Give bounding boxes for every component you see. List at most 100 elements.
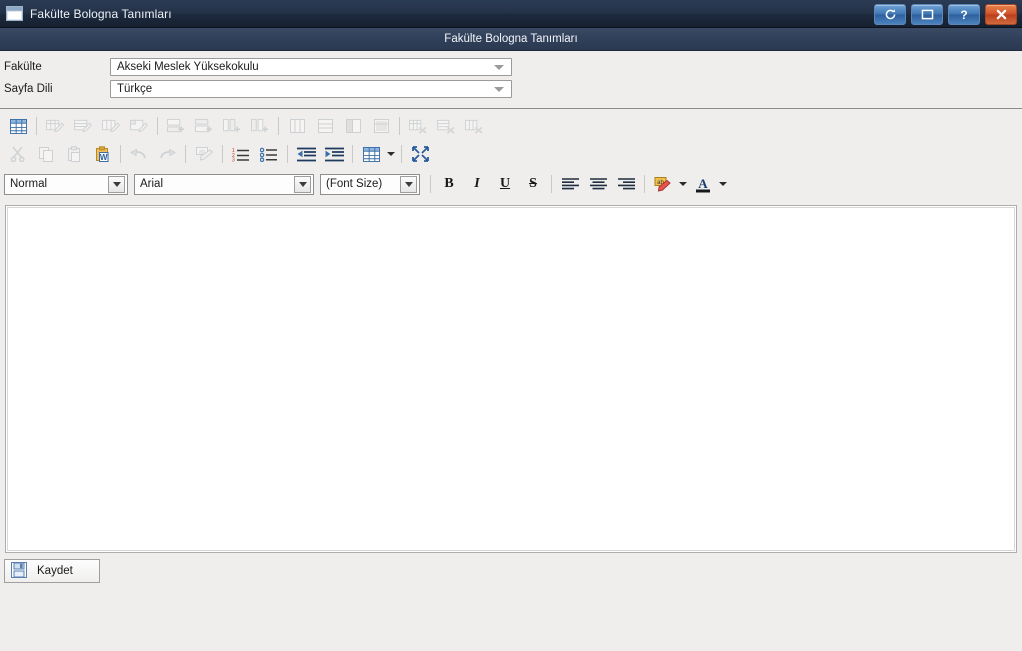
redo-arrow-icon (160, 148, 176, 158)
outdent-icon (296, 147, 316, 161)
toolbar-edit-row: W ab 1 2 3 (4, 140, 1022, 168)
align-left-icon (561, 177, 579, 189)
table-dropdown-button[interactable] (385, 142, 397, 166)
strikethrough-button[interactable]: S (519, 171, 547, 197)
table-row-edit-icon (73, 119, 92, 133)
toolbar-separator (222, 145, 223, 163)
save-button[interactable]: Kaydet (4, 559, 100, 583)
copy-button[interactable] (32, 141, 60, 167)
page-language-label: Sayfa Dili (4, 83, 53, 95)
paragraph-format-select[interactable]: Normal (4, 173, 128, 195)
split-cell-vertical-button[interactable] (283, 113, 311, 139)
help-icon: ? (960, 7, 968, 22)
find-replace-icon: ab (195, 147, 213, 161)
bold-glyph: B (444, 176, 454, 191)
window-title: Fakülte Bologna Tanımları (30, 6, 172, 21)
numbered-list-icon: 1 2 3 (232, 148, 249, 162)
delete-column-button[interactable] (460, 113, 488, 139)
merge-cells-button[interactable] (367, 113, 395, 139)
insert-table-button[interactable] (4, 113, 32, 139)
insert-row-below-button[interactable] (190, 113, 218, 139)
table-button[interactable] (357, 141, 385, 167)
restore-button[interactable] (911, 4, 943, 25)
faculty-row: Fakülte Akseki Meslek Yüksekokulu (0, 57, 1022, 77)
delete-row-button[interactable] (432, 113, 460, 139)
paste-button[interactable] (60, 141, 88, 167)
insert-column-left-button[interactable] (218, 113, 246, 139)
toolbar-format-row: Normal Arial (Font Size) B I U S ab A (4, 168, 1022, 199)
save-button-label: Kaydet (37, 565, 73, 577)
paste-from-word-button[interactable]: W (88, 141, 116, 167)
close-button[interactable] (985, 4, 1017, 25)
underline-button[interactable]: U (491, 171, 519, 197)
merge-cells-left-button[interactable] (339, 113, 367, 139)
column-properties-button[interactable] (97, 113, 125, 139)
table-edit-icon (45, 119, 64, 133)
cell-merge-icon (373, 119, 389, 133)
editor-frame (5, 205, 1017, 553)
page-language-select[interactable]: Türkçe (110, 80, 512, 98)
paste-icon (67, 146, 80, 162)
refresh-icon (884, 8, 897, 21)
highlight-dropdown-button[interactable] (677, 172, 689, 196)
chevron-down-icon (294, 175, 311, 193)
toolbar-separator (185, 145, 186, 163)
scissors-icon (10, 146, 25, 162)
fullscreen-button[interactable] (406, 141, 434, 167)
toolbar-separator (120, 145, 121, 163)
bulleted-list-button[interactable] (255, 141, 283, 167)
insert-column-right-button[interactable] (246, 113, 274, 139)
toolbar-separator (352, 145, 353, 163)
window-controls: ? (874, 4, 1017, 25)
row-insert-below-icon (195, 118, 212, 133)
underline-glyph: U (499, 176, 511, 191)
row-properties-button[interactable] (69, 113, 97, 139)
insert-row-above-button[interactable] (162, 113, 190, 139)
window-form-icon (6, 6, 23, 21)
help-button[interactable]: ? (948, 4, 980, 25)
cell-merge-left-icon (345, 119, 361, 133)
font-size-select[interactable]: (Font Size) (320, 173, 420, 195)
rich-text-editor[interactable] (7, 207, 1015, 551)
align-center-button[interactable] (584, 171, 612, 197)
refresh-button[interactable] (874, 4, 906, 25)
toolbar-separator (36, 117, 37, 135)
decrease-indent-button[interactable] (292, 141, 320, 167)
chevron-down-icon (494, 65, 504, 70)
redo-button[interactable] (153, 141, 181, 167)
font-color-button[interactable]: A (689, 171, 717, 197)
bold-button[interactable]: B (435, 171, 463, 197)
find-replace-button[interactable]: ab (190, 141, 218, 167)
numbered-list-button[interactable]: 1 2 3 (227, 141, 255, 167)
svg-text:3: 3 (232, 157, 235, 161)
align-right-button[interactable] (612, 171, 640, 197)
delete-table-button[interactable] (404, 113, 432, 139)
chevron-down-icon (679, 182, 687, 186)
svg-text:A: A (698, 176, 708, 191)
faculty-select[interactable]: Akseki Meslek Yüksekokulu (110, 58, 512, 76)
font-color-dropdown-button[interactable] (717, 172, 729, 196)
increase-indent-button[interactable] (320, 141, 348, 167)
toolbar-separator (287, 145, 288, 163)
toolbar-table-row (4, 112, 1022, 140)
row-insert-above-icon (167, 118, 184, 133)
highlight-color-button[interactable]: ab (649, 171, 677, 197)
cut-button[interactable] (4, 141, 32, 167)
column-insert-right-icon (251, 118, 268, 133)
split-cell-horizontal-button[interactable] (311, 113, 339, 139)
table-grid-icon (362, 146, 380, 162)
editor-toolbars: W ab 1 2 3 Normal Arial (Font Size) B I … (0, 109, 1022, 201)
indent-icon (324, 147, 344, 161)
chevron-down-icon (387, 152, 395, 156)
table-properties-button[interactable] (41, 113, 69, 139)
cell-properties-button[interactable] (125, 113, 153, 139)
cell-split-vertical-icon (289, 119, 305, 133)
align-left-button[interactable] (556, 171, 584, 197)
table-delete-icon (408, 119, 427, 134)
italic-button[interactable]: I (463, 171, 491, 197)
font-family-select[interactable]: Arial (134, 173, 314, 195)
font-family-value: Arial (140, 178, 164, 190)
font-size-value: (Font Size) (326, 178, 383, 190)
copy-icon (38, 147, 53, 162)
undo-button[interactable] (125, 141, 153, 167)
